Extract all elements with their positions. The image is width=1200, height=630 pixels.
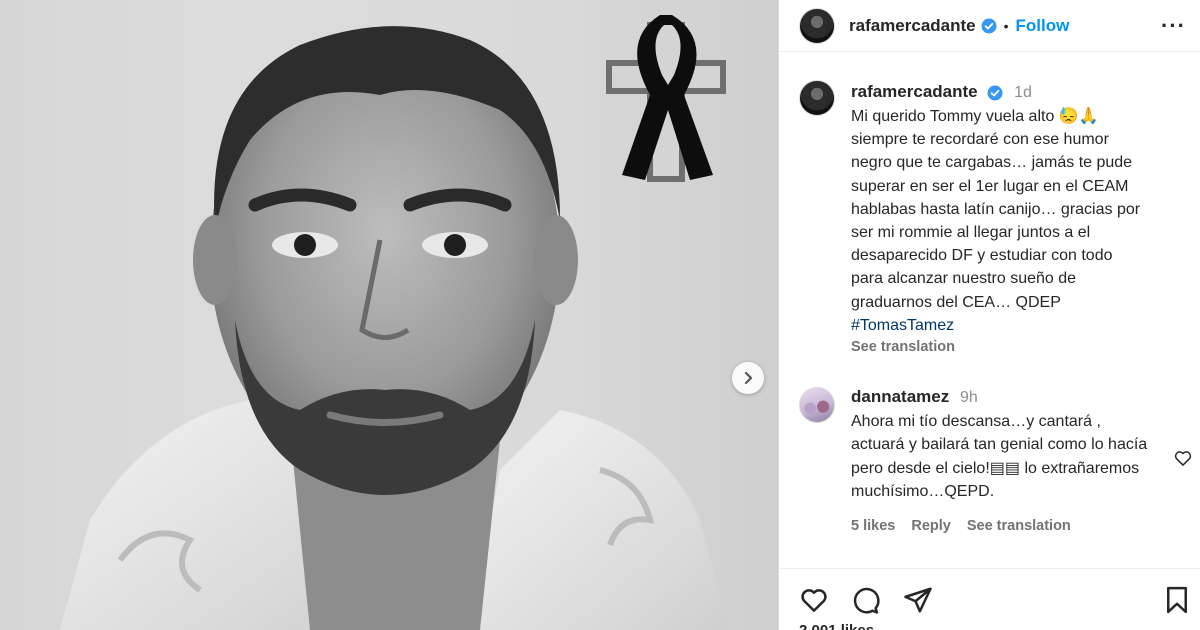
comment-username[interactable]: dannatamez xyxy=(851,387,949,406)
heart-icon[interactable] xyxy=(799,585,829,615)
comment-time[interactable]: 9h xyxy=(960,389,978,406)
caption-time[interactable]: 1d xyxy=(1014,84,1032,101)
portrait-photo xyxy=(60,15,730,630)
bookmark-icon[interactable] xyxy=(1162,585,1192,615)
author-avatar[interactable] xyxy=(799,7,835,44)
post-actions-bar xyxy=(779,568,1200,630)
separator-dot: • xyxy=(1003,17,1009,34)
paper-plane-icon[interactable] xyxy=(903,585,933,615)
comment-item: dannatamez 9h Ahora mi tío descansa…y ca… xyxy=(799,385,1199,534)
caption-username[interactable]: rafamercadante xyxy=(851,82,978,101)
comment-text: Ahora mi tío descansa…y cantará , actuar… xyxy=(851,413,1148,501)
follow-button[interactable]: Follow xyxy=(1016,16,1070,36)
post-likes-count[interactable]: 2,001 likes xyxy=(799,622,874,630)
comment-likes[interactable]: 5 likes xyxy=(851,518,895,534)
post-caption: rafamercadante 1d Mi querido Tommy vuela… xyxy=(799,80,1189,355)
caption-see-translation[interactable]: See translation xyxy=(851,339,1189,355)
comment-reply-button[interactable]: Reply xyxy=(911,518,951,534)
verified-badge-icon xyxy=(987,85,1003,101)
commenter-avatar[interactable] xyxy=(799,387,835,423)
more-options-button[interactable]: ··· xyxy=(1161,13,1186,39)
comment-see-translation[interactable]: See translation xyxy=(967,518,1071,534)
mourning-ribbon-cross-icon xyxy=(606,15,726,182)
post-header: rafamercadante • Follow ··· xyxy=(779,0,1200,52)
post-side-panel: rafamercadante • Follow ··· rafamercadan… xyxy=(779,0,1200,630)
caption-avatar[interactable] xyxy=(799,80,835,116)
chevron-right-icon xyxy=(744,371,753,385)
heart-icon[interactable] xyxy=(1173,448,1193,468)
verified-badge-icon xyxy=(981,18,997,33)
author-username[interactable]: rafamercadante xyxy=(849,16,976,36)
comment-icon[interactable] xyxy=(850,585,880,615)
caption-text: Mi querido Tommy vuela alto 😓🙏 siempre t… xyxy=(851,108,1141,311)
post-image[interactable] xyxy=(0,0,778,630)
hashtag-link[interactable]: #TomasTamez xyxy=(851,314,1189,337)
next-image-button[interactable] xyxy=(732,362,764,394)
